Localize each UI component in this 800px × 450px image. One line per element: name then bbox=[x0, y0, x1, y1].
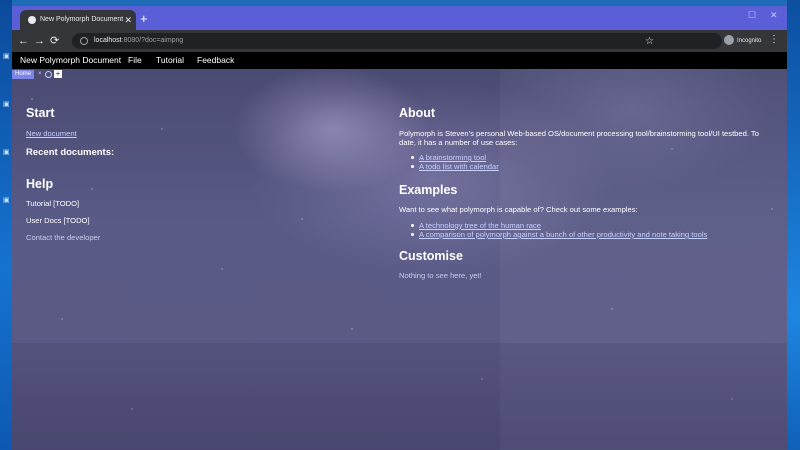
examples-heading: Examples bbox=[399, 183, 458, 197]
about-text-line2: date, it has a number of use cases: bbox=[399, 138, 518, 147]
browser-menu-icon[interactable]: ⋮ bbox=[769, 34, 779, 45]
bullet bbox=[411, 233, 414, 236]
customise-heading: Customise bbox=[399, 249, 463, 263]
new-tab-button[interactable]: + bbox=[140, 10, 148, 28]
close-window-icon[interactable]: ✕ bbox=[770, 10, 778, 21]
home-page: Start New document Recent documents: Hel… bbox=[12, 69, 787, 450]
bottom-panel-overlay bbox=[12, 343, 787, 450]
menu-file[interactable]: File bbox=[128, 52, 142, 69]
desktop-icon: ▣ bbox=[3, 197, 10, 204]
incognito-badge[interactable]: Incognito bbox=[724, 34, 761, 48]
customise-text: Nothing to see here, yet! bbox=[399, 271, 482, 280]
help-heading: Help bbox=[26, 177, 54, 191]
desktop-icon: ▣ bbox=[3, 149, 10, 156]
bullet bbox=[411, 224, 414, 227]
use-case-brainstorming-link[interactable]: A brainstorming tool bbox=[419, 153, 486, 162]
browser-tab[interactable]: New Polymorph Document - Pol ✕ bbox=[20, 10, 136, 30]
bullet bbox=[411, 156, 414, 159]
example-comparison-link[interactable]: A comparison of polymorph against a bunc… bbox=[419, 230, 707, 239]
add-tab-button[interactable]: + bbox=[54, 70, 62, 78]
url-host: localhost bbox=[94, 37, 122, 44]
forward-icon[interactable]: → bbox=[34, 33, 45, 49]
desktop-icon: ▣ bbox=[3, 101, 10, 108]
url-path: :8080/?doc=aimpng bbox=[121, 37, 184, 44]
desktop-left: ▣ ▣ ▣ ▣ bbox=[0, 0, 12, 450]
incognito-label: Incognito bbox=[737, 38, 762, 44]
tab-strip: New Polymorph Document - Pol ✕ + ☐ ✕ bbox=[12, 6, 787, 30]
menu-feedback[interactable]: Feedback bbox=[197, 52, 234, 69]
info-icon[interactable] bbox=[80, 37, 88, 45]
reload-icon[interactable]: ⟳ bbox=[50, 33, 59, 49]
incognito-icon bbox=[724, 35, 734, 46]
tutorial-item[interactable]: Tutorial [TODO] bbox=[26, 199, 79, 208]
use-case-todo-link[interactable]: A todo list with calendar bbox=[419, 162, 499, 171]
address-bar[interactable]: localhost:8080/?doc=aimpng ☆ bbox=[72, 33, 722, 49]
bullet bbox=[411, 165, 414, 168]
example-tech-tree-link[interactable]: A technology tree of the human race bbox=[419, 221, 541, 230]
tab-close-icon[interactable]: ✕ bbox=[124, 10, 132, 30]
about-heading: About bbox=[399, 106, 436, 120]
back-icon[interactable]: ← bbox=[18, 33, 29, 49]
examples-intro: Want to see what polymorph is capable of… bbox=[399, 205, 638, 214]
maximize-icon[interactable]: ☐ bbox=[748, 10, 756, 21]
favicon-icon bbox=[28, 16, 36, 24]
contact-developer-link[interactable]: Contact the developer bbox=[26, 233, 100, 242]
start-heading: Start bbox=[26, 106, 55, 120]
home-tab-close-icon[interactable]: × bbox=[38, 70, 42, 79]
browser-toolbar: ← → ⟳ localhost:8080/?doc=aimpng ☆ Incog… bbox=[12, 30, 787, 52]
desktop-icon: ▣ bbox=[3, 53, 10, 60]
tab-title: New Polymorph Document - Pol bbox=[40, 16, 124, 23]
url-text: localhost:8080/?doc=aimpng bbox=[94, 33, 183, 49]
recent-documents-heading: Recent documents: bbox=[26, 147, 115, 158]
bookmark-star-icon[interactable]: ☆ bbox=[645, 36, 654, 47]
home-tab[interactable]: Home bbox=[12, 70, 35, 79]
user-docs-item[interactable]: User Docs [TODO] bbox=[26, 216, 90, 225]
menu-new-document[interactable]: New Polymorph Document bbox=[20, 52, 121, 69]
menu-tutorial[interactable]: Tutorial bbox=[156, 52, 184, 69]
new-document-link[interactable]: New document bbox=[26, 129, 77, 138]
browser-window: New Polymorph Document - Pol ✕ + ☐ ✕ ← →… bbox=[12, 6, 787, 450]
home-tab-settings-icon[interactable] bbox=[45, 71, 52, 78]
about-text-line1: Polymorph is Steven's personal Web-based… bbox=[399, 129, 759, 138]
app-menubar: New Polymorph Document File Tutorial Fee… bbox=[12, 52, 787, 69]
desktop-right bbox=[787, 0, 800, 450]
